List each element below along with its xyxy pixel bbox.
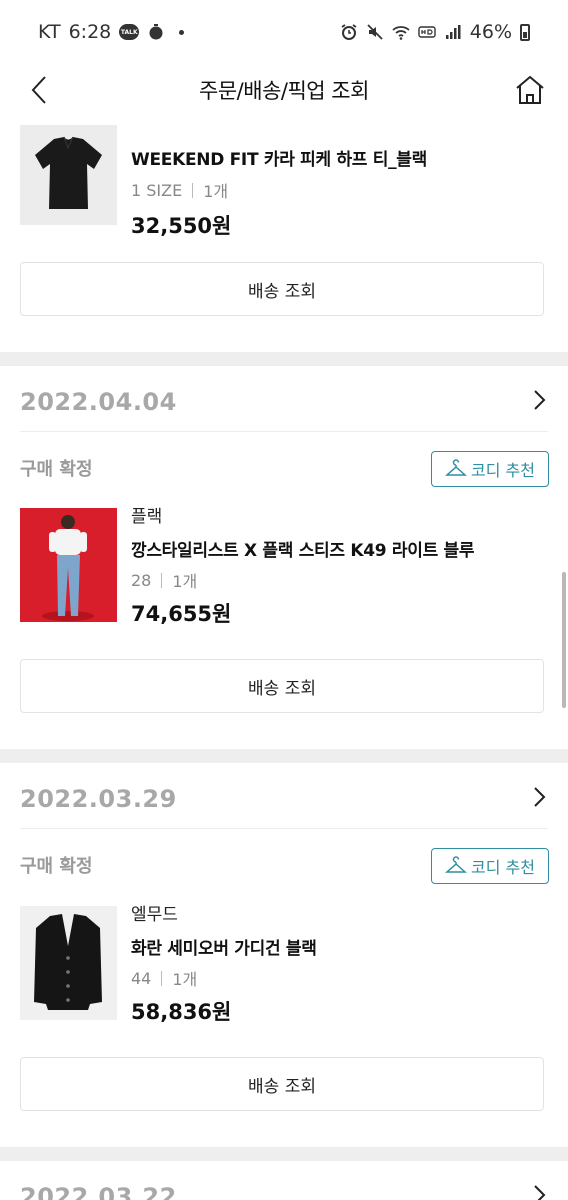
product-price: 74,655원 bbox=[131, 602, 232, 626]
mute-icon bbox=[367, 24, 383, 40]
clock: 6:28 bbox=[68, 21, 112, 43]
shipping-track-button[interactable]: 배송 조회 bbox=[20, 659, 544, 713]
product-brand: 플랙 bbox=[131, 507, 163, 527]
hanger-icon bbox=[445, 856, 467, 873]
product-thumbnail bbox=[20, 125, 117, 225]
chevron-right-icon bbox=[534, 787, 546, 807]
signal-icon bbox=[445, 25, 461, 39]
product-quantity: 1개 bbox=[203, 182, 229, 201]
product-size: 1 SIZE bbox=[131, 180, 183, 200]
order-date: 2022.03.29 bbox=[20, 785, 177, 813]
section-divider bbox=[0, 1147, 568, 1161]
status-bar: KT 6:28 TALK 46% bbox=[0, 0, 568, 64]
option-divider bbox=[161, 970, 163, 986]
product-price: 58,836원 bbox=[131, 1000, 232, 1024]
battery-icon bbox=[520, 23, 530, 41]
order-status: 구매 확정 bbox=[20, 459, 93, 480]
coordi-recommend-button[interactable]: 코디 추천 bbox=[431, 848, 549, 884]
order-status: 구매 확정 bbox=[20, 856, 93, 877]
app-header: 주문/배송/픽업 조회 bbox=[0, 64, 568, 116]
chevron-right-icon bbox=[534, 1185, 546, 1200]
order-date: 2022.04.04 bbox=[20, 388, 177, 416]
section-divider bbox=[0, 352, 568, 366]
product-size: 28 bbox=[131, 570, 152, 590]
back-arrow-icon[interactable] bbox=[24, 74, 56, 106]
order-product[interactable]: 엘무드 화란 세미오버 가디건 블랙 44 1개 58,836원 bbox=[20, 900, 550, 1024]
order-product[interactable]: WEEKEND FIT 카라 피케 하프 티_블랙 1 SIZE 1개 32,5… bbox=[20, 125, 550, 245]
product-brand: 엘무드 bbox=[131, 905, 178, 925]
product-name: 깡스타일리스트 X 플랙 스티즈 K49 라이트 블루 bbox=[131, 541, 475, 561]
shipping-track-button[interactable]: 배송 조회 bbox=[20, 1057, 544, 1111]
page-title: 주문/배송/픽업 조회 bbox=[199, 79, 369, 103]
product-quantity: 1개 bbox=[172, 572, 198, 591]
timer-icon bbox=[149, 24, 163, 40]
order-date-header[interactable]: 2022.03.29 bbox=[20, 763, 548, 829]
product-size: 44 bbox=[131, 968, 152, 988]
scrollbar[interactable] bbox=[562, 572, 566, 708]
product-thumbnail bbox=[20, 508, 117, 622]
option-divider bbox=[161, 572, 163, 588]
order-date: 2022.03.22 bbox=[20, 1183, 177, 1200]
product-options: 44 1개 bbox=[131, 966, 197, 990]
coordi-recommend-button[interactable]: 코디 추천 bbox=[431, 451, 549, 487]
home-icon[interactable] bbox=[514, 74, 546, 106]
order-date-header[interactable]: 2022.04.04 bbox=[20, 366, 548, 432]
order-date-header[interactable]: 2022.03.22 bbox=[20, 1161, 548, 1200]
product-options: 1 SIZE 1개 bbox=[131, 178, 228, 202]
product-thumbnail bbox=[20, 906, 117, 1020]
battery-percent: 46% bbox=[469, 21, 512, 43]
product-options: 28 1개 bbox=[131, 568, 197, 592]
carrier-label: KT bbox=[38, 21, 61, 43]
hd-voice-icon bbox=[418, 26, 436, 38]
shipping-track-button[interactable]: 배송 조회 bbox=[20, 262, 544, 316]
notification-dot-icon bbox=[179, 29, 185, 35]
order-product[interactable]: 플랙 깡스타일리스트 X 플랙 스티즈 K49 라이트 블루 28 1개 74,… bbox=[20, 502, 550, 626]
coordi-button-label: 코디 추천 bbox=[471, 461, 535, 480]
chevron-right-icon bbox=[534, 390, 546, 410]
coordi-button-label: 코디 추천 bbox=[471, 858, 535, 877]
product-name: WEEKEND FIT 카라 피케 하프 티_블랙 bbox=[131, 150, 427, 170]
wifi-icon bbox=[392, 26, 410, 40]
hanger-icon bbox=[445, 459, 467, 476]
kakaotalk-icon: TALK bbox=[119, 24, 140, 40]
alarm-icon bbox=[341, 24, 357, 40]
product-name: 화란 세미오버 가디건 블랙 bbox=[131, 939, 317, 959]
option-divider bbox=[192, 182, 194, 198]
product-price: 32,550원 bbox=[131, 214, 232, 238]
section-divider bbox=[0, 749, 568, 763]
product-quantity: 1개 bbox=[172, 970, 198, 989]
